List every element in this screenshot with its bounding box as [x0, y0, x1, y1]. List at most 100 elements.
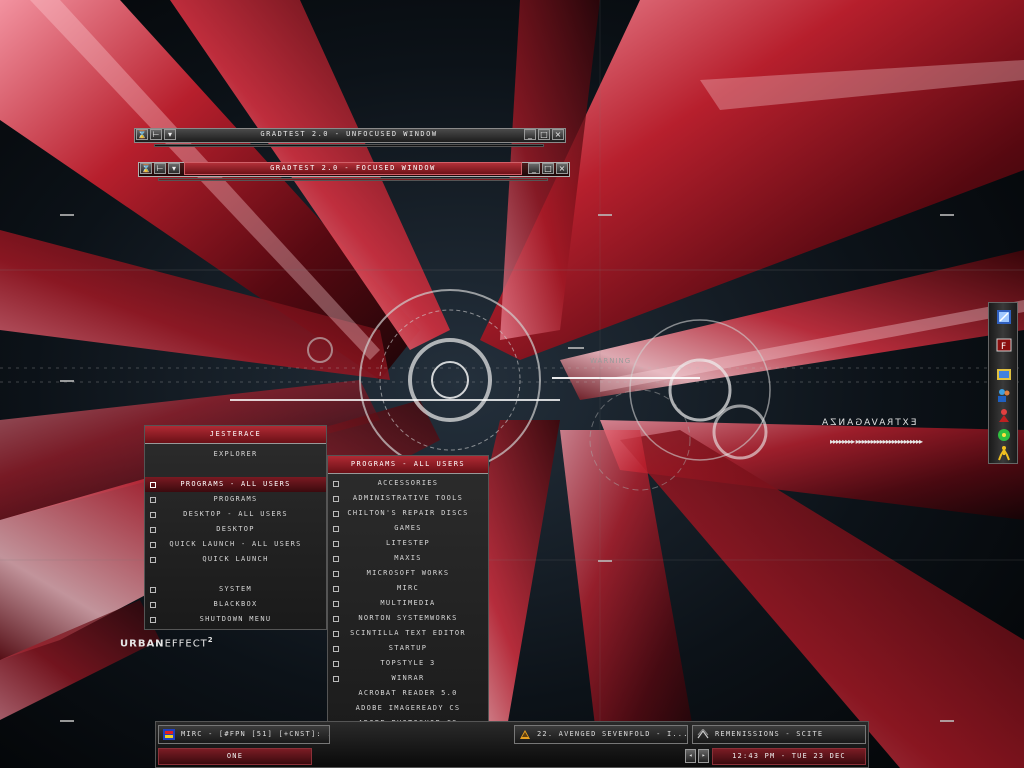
menu-separator: [145, 462, 326, 477]
close-button[interactable]: ×: [552, 129, 564, 140]
menu-item-label: EXPLORER: [213, 450, 258, 458]
window-handle[interactable]: [154, 144, 544, 147]
menu-item-label: PROGRAMS: [213, 495, 258, 503]
task-label: 22. AVENGED SEVENFOLD - I...: [537, 730, 688, 738]
menu-item[interactable]: DESKTOP - ALL USERS: [145, 507, 326, 522]
aim-icon[interactable]: [996, 445, 1012, 461]
programs-submenu[interactable]: PROGRAMS - ALL USERS ACCESSORIES ADMINIST…: [327, 455, 489, 762]
pin-icon[interactable]: ⌛: [136, 129, 148, 140]
desktop-wallpaper: [0, 0, 1024, 768]
submenu-box-icon: [333, 601, 339, 607]
menu-item[interactable]: CHILTON'S REPAIR DISCS: [328, 506, 488, 521]
menu-item[interactable]: WINRAR: [328, 671, 488, 686]
window-menu-icon[interactable]: ▾: [164, 129, 176, 140]
scite-icon: [697, 729, 709, 739]
menu-item[interactable]: ADOBE IMAGEREADY CS: [328, 701, 488, 716]
users-icon[interactable]: [996, 387, 1012, 403]
menu-item-label: LITESTEP: [385, 539, 431, 547]
menu-item[interactable]: PROGRAMS: [145, 492, 326, 507]
menu-item[interactable]: ADMINISTRATIVE TOOLS: [328, 491, 488, 506]
menu-item[interactable]: QUICK LAUNCH: [145, 552, 326, 567]
submenu-box-icon: [333, 646, 339, 652]
menu-item[interactable]: MICROSOFT WORKS: [328, 566, 488, 581]
submenu-box-icon: [150, 527, 156, 533]
menu-item-label: MICROSOFT WORKS: [366, 569, 450, 577]
menu-item-label: BLACKBOX: [213, 600, 258, 608]
submenu-box-icon: [333, 571, 339, 577]
menu-item-label: STARTUP: [388, 644, 428, 652]
menu-item[interactable]: TOPSTYLE 3: [328, 656, 488, 671]
notepad-icon[interactable]: [996, 309, 1012, 325]
menu-item[interactable]: PROGRAMS - ALL USERS: [145, 477, 326, 492]
menu-item-label: MULTIMEDIA: [380, 599, 436, 607]
unfocused-window[interactable]: ⌛ ⊢ ▾ GRADTEST 2.0 - UNFOCUSED WINDOW _ …: [134, 128, 566, 147]
wallpaper-warning-text: WARNING: [590, 357, 632, 365]
menu-item[interactable]: BLACKBOX: [145, 597, 326, 612]
task-button[interactable]: REMENISSIONS - SCITE: [692, 725, 866, 744]
menu-item[interactable]: MIRC: [328, 581, 488, 596]
submenu-box-icon: [333, 526, 339, 532]
menu-item[interactable]: SHUTDOWN MENU: [145, 612, 326, 627]
menu-item-label: PROGRAMS - ALL USERS: [180, 480, 291, 488]
menu-item-label: MIRC: [396, 584, 420, 592]
pin-icon[interactable]: ⌛: [140, 163, 152, 174]
menu-item[interactable]: EXPLORER: [145, 447, 326, 462]
task-label: REMENISSIONS - SCITE: [715, 730, 824, 738]
menu-item-label: ACROBAT READER 5.0: [358, 689, 458, 697]
submenu-box-icon: [333, 556, 339, 562]
focused-window[interactable]: ⌛ ⊢ ▾ GRADTEST 2.0 - FOCUSED WINDOW _ □ …: [138, 162, 570, 181]
menu-item[interactable]: SYSTEM: [145, 582, 326, 597]
root-menu[interactable]: JESTERACE EXPLORER PROGRAMS - ALL USERS PR…: [144, 425, 327, 630]
menu-title: JESTERACE: [145, 426, 326, 444]
maximize-button[interactable]: □: [542, 163, 554, 174]
menu-item-label: SYSTEM: [218, 585, 253, 593]
menu-item[interactable]: MULTIMEDIA: [328, 596, 488, 611]
menu-item[interactable]: NORTON SYSTEMWORKS: [328, 611, 488, 626]
menu-item[interactable]: LITESTEP: [328, 536, 488, 551]
menu-item-label: GAMES: [394, 524, 422, 532]
menu-item-label: SCINTILLA TEXT EDITOR: [350, 629, 466, 637]
menu-item[interactable]: SCINTILLA TEXT EDITOR: [328, 626, 488, 641]
explorer-icon[interactable]: [996, 367, 1012, 383]
menu-title: PROGRAMS - ALL USERS: [328, 456, 488, 474]
submenu-box-icon: [150, 482, 156, 488]
submenu-box-icon: [150, 512, 156, 518]
menu-item[interactable]: DESKTOP: [145, 522, 326, 537]
task-button[interactable]: 22. AVENGED SEVENFOLD - I...: [514, 725, 688, 744]
submenu-box-icon: [150, 557, 156, 563]
stick-icon[interactable]: ⊢: [150, 129, 162, 140]
menu-item[interactable]: ACROBAT READER 5.0: [328, 686, 488, 701]
workspace-name[interactable]: ONE: [158, 748, 312, 765]
submenu-box-icon: [150, 617, 156, 623]
menu-item-label: SHUTDOWN MENU: [199, 615, 272, 623]
f-app-icon[interactable]: F: [996, 337, 1012, 353]
menu-item[interactable]: MAXIS: [328, 551, 488, 566]
menu-item-label: NORTON SYSTEMWORKS: [358, 614, 458, 622]
clock: 12:43 PM - TUE 23 DEC: [712, 748, 866, 765]
window-menu-icon[interactable]: ▾: [168, 163, 180, 174]
menu-item[interactable]: GAMES: [328, 521, 488, 536]
menu-item-label: DESKTOP - ALL USERS: [183, 510, 288, 518]
winamp-icon: [520, 730, 530, 739]
close-button[interactable]: ×: [556, 163, 568, 174]
next-workspace-icon[interactable]: ▸: [698, 749, 709, 763]
menu-item[interactable]: STARTUP: [328, 641, 488, 656]
submenu-box-icon: [333, 676, 339, 682]
minimize-button[interactable]: _: [528, 163, 540, 174]
menu-item-label: ADMINISTRATIVE TOOLS: [352, 494, 464, 502]
submenu-box-icon: [333, 586, 339, 592]
submenu-box-icon: [333, 616, 339, 622]
submenu-box-icon: [333, 541, 339, 547]
person-icon[interactable]: [996, 407, 1012, 423]
menu-item[interactable]: ACCESSORIES: [328, 476, 488, 491]
stick-icon[interactable]: ⊢: [154, 163, 166, 174]
window-handle[interactable]: [158, 178, 548, 181]
menu-item-label: ADOBE IMAGEREADY CS: [355, 704, 461, 712]
window-title: GRADTEST 2.0 - UNFOCUSED WINDOW: [260, 130, 438, 138]
menu-item[interactable]: QUICK LAUNCH - ALL USERS: [145, 537, 326, 552]
minimize-button[interactable]: _: [524, 129, 536, 140]
maximize-button[interactable]: □: [538, 129, 550, 140]
msn-icon[interactable]: [996, 427, 1012, 443]
prev-workspace-icon[interactable]: ◂: [685, 749, 696, 763]
task-button[interactable]: MIRC - [#FPN [51] [+CNST]: ...: [158, 725, 330, 744]
